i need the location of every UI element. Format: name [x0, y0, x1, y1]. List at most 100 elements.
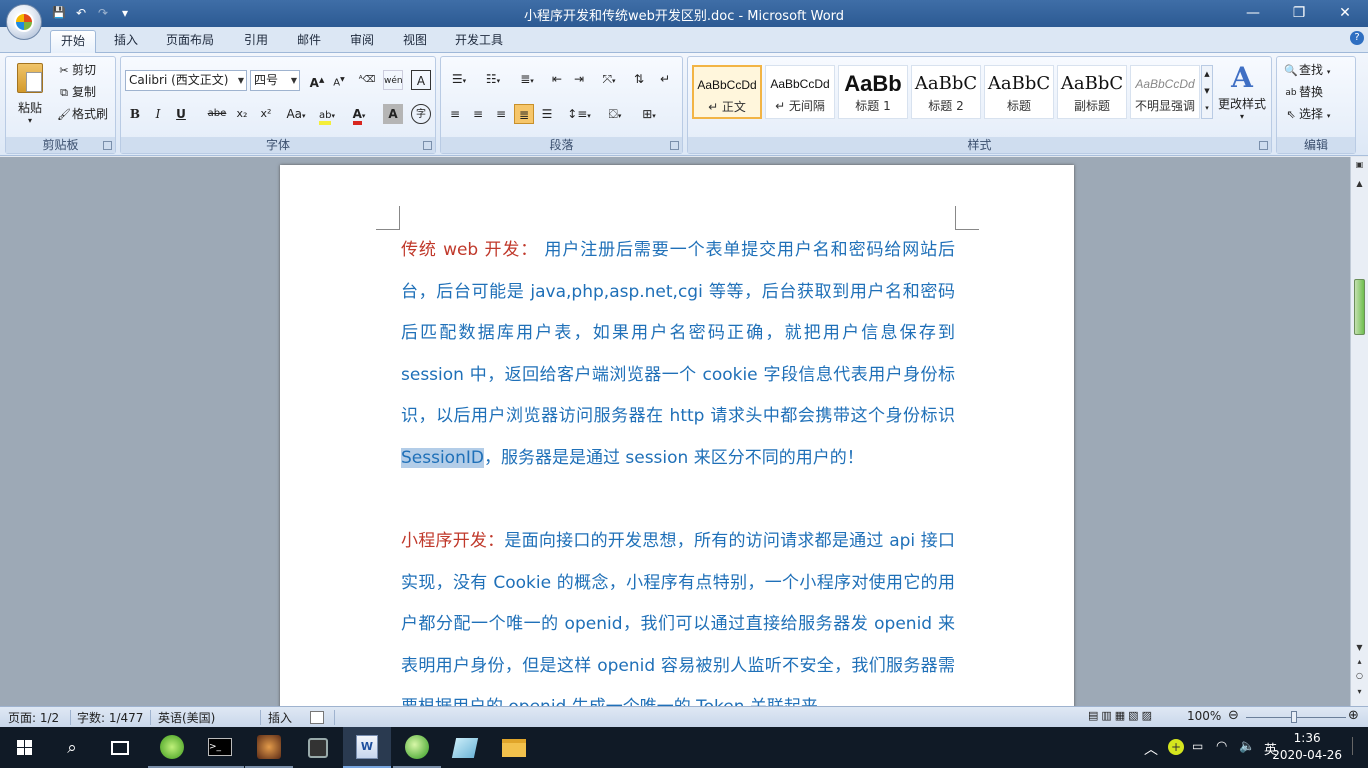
style-subtle-emphasis[interactable]: AaBbCcDd 不明显强调 [1130, 65, 1200, 119]
multilevel-list-button[interactable]: ≣▾ [513, 69, 541, 89]
char-shading-button[interactable]: A [383, 104, 403, 124]
underline-button[interactable]: U [171, 104, 191, 124]
clipboard-launcher-icon[interactable] [103, 141, 112, 150]
select-button[interactable]: ⇖ 选择 ▾ [1283, 105, 1330, 125]
taskbar-app-explorer[interactable] [490, 727, 538, 768]
scroll-up-icon[interactable]: ▲ [1351, 179, 1368, 188]
paragraph-mini-program[interactable]: 小程序开发：是面向接口的开发思想，所有的访问请求都是通过 api 接口实现，没有… [401, 521, 955, 706]
change-styles-button[interactable]: A 更改样式 ▾ [1216, 61, 1268, 121]
zoom-level[interactable]: 100% [1187, 709, 1221, 723]
styles-scroll[interactable]: ▲ ▼ ▾ [1201, 65, 1213, 119]
tab-home[interactable]: 开始 [50, 30, 97, 53]
taskbar-app-window[interactable] [294, 727, 342, 768]
save-icon[interactable]: 💾 [50, 4, 68, 22]
tab-developer[interactable]: 开发工具 [445, 30, 513, 53]
highlight-button[interactable]: ab▾ [314, 104, 340, 125]
view-buttons[interactable]: ▤▥▦▧▨ [1088, 709, 1155, 722]
font-name-select[interactable]: Calibri (西文正文) ▼ [125, 70, 247, 91]
language-status[interactable]: 英语(美国) [158, 709, 215, 726]
strikethrough-button[interactable]: abe [207, 104, 227, 124]
next-page-icon[interactable]: ▾ [1351, 687, 1368, 696]
search-button[interactable]: ⌕ [48, 727, 96, 768]
style-subtitle[interactable]: AaBbC 副标题 [1057, 65, 1127, 119]
scrollbar-thumb[interactable] [1354, 279, 1365, 335]
system-clock[interactable]: 1:36 2020-04-26 [1272, 730, 1342, 764]
italic-button[interactable]: I [148, 104, 168, 124]
selected-text[interactable]: SessionID [401, 447, 484, 468]
bold-button[interactable]: B [125, 104, 145, 124]
char-border-button[interactable]: A [411, 70, 431, 90]
minimize-button[interactable]: — [1230, 0, 1276, 27]
tab-view[interactable]: 视图 [393, 30, 437, 53]
start-button[interactable] [0, 727, 48, 768]
previous-page-icon[interactable]: ▴ [1351, 657, 1368, 666]
align-right-button[interactable]: ≡ [491, 104, 511, 124]
justify-button[interactable]: ≣ [514, 104, 534, 124]
style-normal[interactable]: AaBbCcDd ↵ 正文 [692, 65, 762, 119]
taskbar-app-wechat-devtools[interactable] [148, 727, 196, 768]
insert-mode[interactable]: 插入 [268, 709, 292, 726]
distributed-button[interactable]: ☰ [537, 104, 557, 124]
wifi-icon[interactable]: ◠ [1216, 739, 1227, 754]
change-case-button[interactable]: Aa▾ [281, 104, 311, 124]
paste-button[interactable]: 粘贴 ▾ [12, 61, 48, 133]
shrink-font-button[interactable]: A▼ [329, 70, 349, 90]
tab-page-layout[interactable]: 页面布局 [156, 30, 224, 53]
taskbar-app-terminal[interactable]: >_ [196, 727, 244, 768]
font-launcher-icon[interactable] [423, 141, 432, 150]
cut-button[interactable]: ✂ 剪切 [56, 61, 96, 79]
zoom-in-icon[interactable]: ⊕ [1348, 708, 1359, 723]
qat-customize-icon[interactable]: ▾ [116, 4, 134, 22]
pinyin-button[interactable]: wén [383, 70, 403, 90]
line-spacing-button[interactable]: ↕≡▾ [565, 104, 593, 124]
find-button[interactable]: 🔍查找 ▾ [1283, 61, 1330, 81]
redo-icon[interactable]: ↷ [94, 4, 112, 22]
zoom-slider-thumb[interactable] [1291, 711, 1297, 723]
enclose-char-button[interactable]: 字 [411, 104, 431, 124]
taskbar-app-word[interactable]: W [343, 727, 391, 768]
taskbar-app-game[interactable] [245, 727, 293, 768]
tab-references[interactable]: 引用 [234, 30, 278, 53]
ruler-toggle-icon[interactable]: ▣ [1351, 160, 1368, 169]
battery-icon[interactable]: ▭ [1192, 739, 1203, 753]
task-view-button[interactable] [96, 727, 144, 768]
borders-button[interactable]: ⊞▾ [635, 104, 663, 124]
paragraph-traditional-web[interactable]: 传统 web 开发： 用户注册后需要一个表单提交用户名和密码给网站后台，后台可能… [401, 230, 955, 480]
chinese-layout-button[interactable]: ⤧▾ [595, 69, 623, 89]
notification-icon[interactable] [1352, 737, 1364, 755]
taskbar-app-notes[interactable] [441, 727, 489, 768]
paragraph-launcher-icon[interactable] [670, 141, 679, 150]
page-count[interactable]: 页面: 1/2 [8, 709, 59, 726]
align-center-button[interactable]: ≡ [468, 104, 488, 124]
style-title[interactable]: AaBbC 标题 [984, 65, 1054, 119]
word-count[interactable]: 字数: 1/477 [77, 709, 143, 726]
superscript-button[interactable]: x² [256, 104, 276, 124]
tray-app-icon[interactable]: + [1168, 739, 1184, 755]
decrease-indent-button[interactable]: ⇤ [547, 69, 567, 89]
style-heading-2[interactable]: AaBbC 标题 2 [911, 65, 981, 119]
document-page[interactable]: 传统 web 开发： 用户注册后需要一个表单提交用户名和密码给网站后台，后台可能… [280, 165, 1074, 706]
subscript-button[interactable]: x₂ [232, 104, 252, 124]
macro-record-icon[interactable] [310, 711, 324, 724]
close-button[interactable]: ✕ [1322, 0, 1368, 27]
numbering-button[interactable]: ☷▾ [479, 69, 507, 89]
clear-format-button[interactable]: ᴬ⌫ [357, 70, 377, 90]
increase-indent-button[interactable]: ⇥ [569, 69, 589, 89]
grow-font-button[interactable]: A▲ [307, 70, 327, 90]
volume-icon[interactable]: 🔈 [1239, 739, 1255, 754]
vertical-scrollbar[interactable]: ▣ ▲ ▼ ▴ ○ ▾ [1350, 157, 1368, 706]
font-size-select[interactable]: 四号 ▼ [250, 70, 300, 91]
tab-mailings[interactable]: 邮件 [287, 30, 331, 53]
style-heading-1[interactable]: AaBb 标题 1 [838, 65, 908, 119]
taskbar-app-browser[interactable] [393, 727, 441, 768]
sort-button[interactable]: ⇅ [629, 69, 649, 89]
bullets-button[interactable]: ☰▾ [445, 69, 473, 89]
styles-launcher-icon[interactable] [1259, 141, 1268, 150]
restore-button[interactable]: ❐ [1276, 0, 1322, 27]
scroll-down-icon[interactable]: ▼ [1351, 643, 1368, 652]
help-icon[interactable]: ? [1350, 31, 1364, 45]
format-painter-button[interactable]: 🖌格式刷 [56, 105, 108, 123]
document-area[interactable]: 传统 web 开发： 用户注册后需要一个表单提交用户名和密码给网站后台，后台可能… [0, 157, 1350, 706]
align-left-button[interactable]: ≡ [445, 104, 465, 124]
browse-object-icon[interactable]: ○ [1351, 671, 1368, 680]
